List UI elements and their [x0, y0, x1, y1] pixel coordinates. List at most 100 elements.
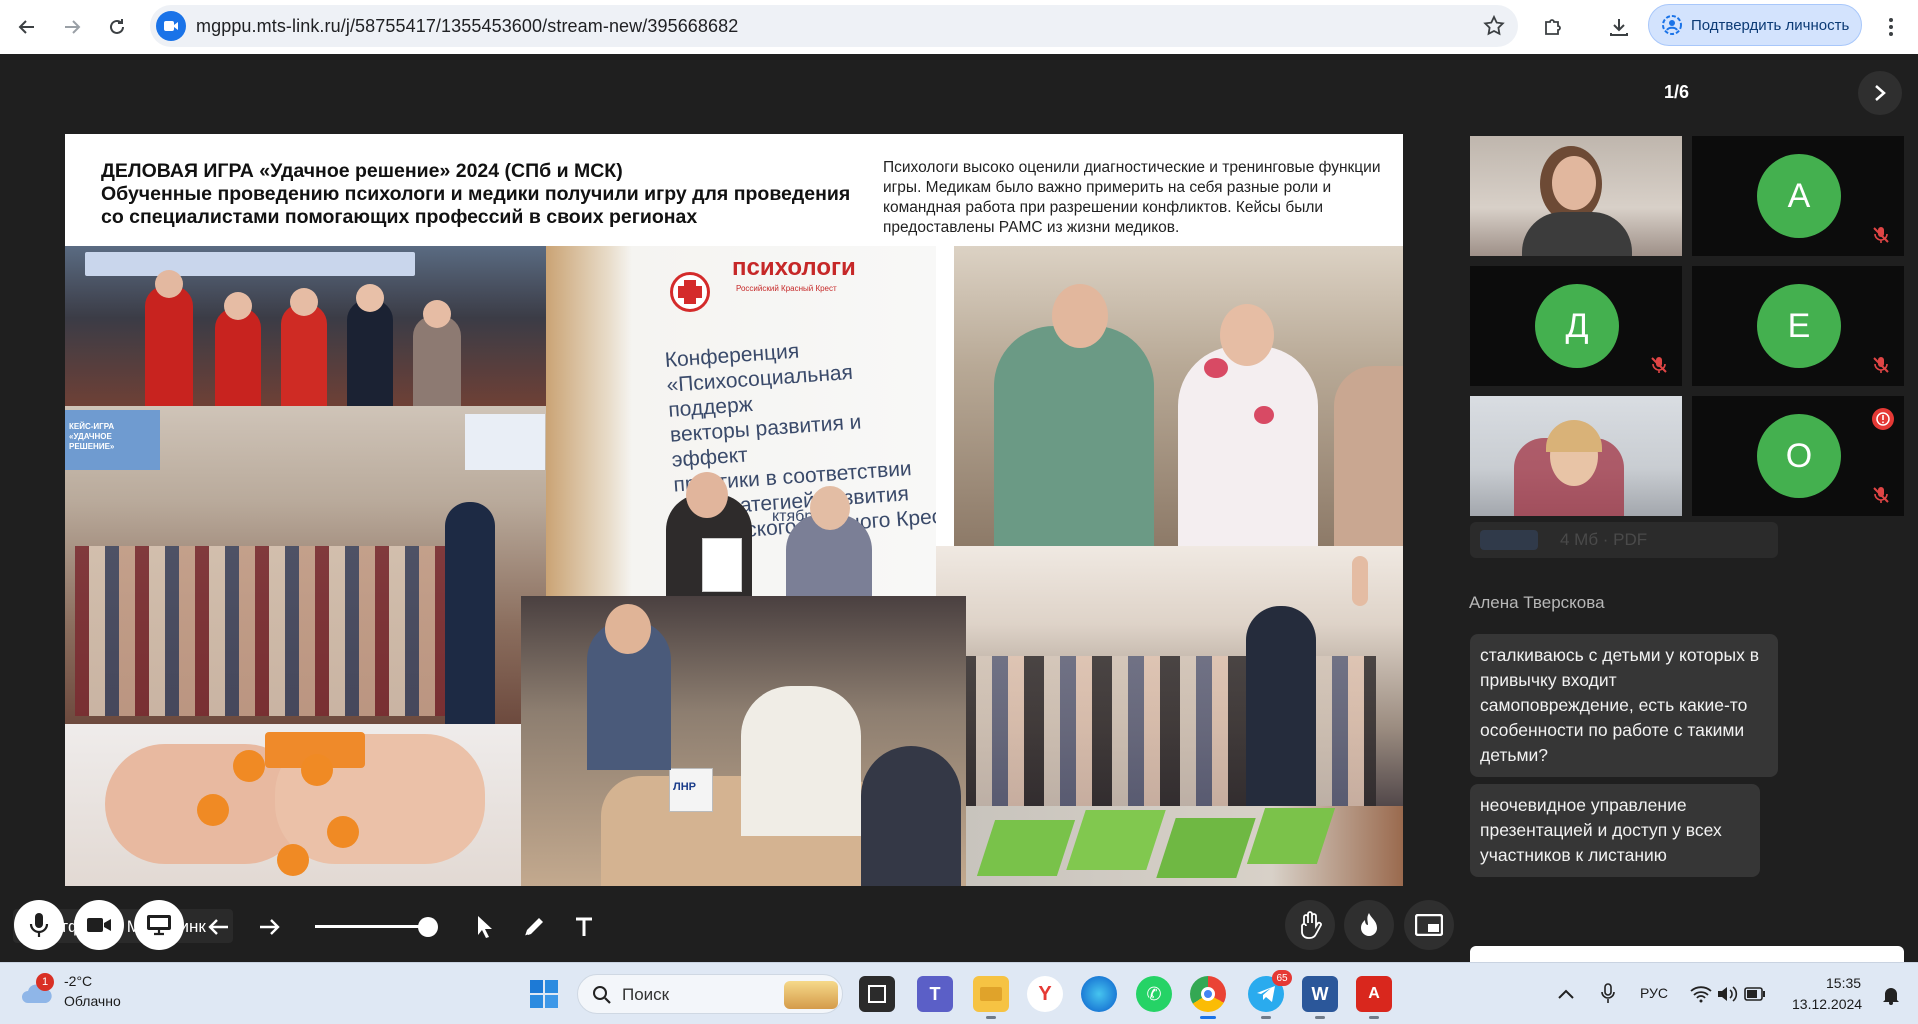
verify-identity-label: Подтвердить личность	[1691, 16, 1850, 34]
text-tool[interactable]	[568, 911, 600, 943]
slide-title-line: Обученные проведению психологи и медики …	[101, 183, 851, 205]
reload-button[interactable]	[98, 8, 136, 46]
photo-table-workshop: ЛНР	[521, 596, 966, 886]
participant-avatar: Е	[1757, 284, 1841, 368]
chrome-icon	[1201, 987, 1215, 1001]
forward-button[interactable]	[53, 8, 91, 46]
pdf-icon: A	[1368, 985, 1380, 1002]
bell-icon[interactable]	[1882, 985, 1900, 1005]
language-indicator[interactable]: РУС	[1640, 985, 1668, 1001]
browser-menu-button[interactable]	[1872, 8, 1910, 46]
participant-tile-d[interactable]: Д	[1470, 266, 1682, 386]
video-camera-icon	[87, 918, 111, 932]
extensions-button[interactable]	[1534, 8, 1572, 46]
url-text[interactable]: mgppu.mts-link.ru/j/58755417/1355453600/…	[196, 16, 738, 37]
arrow-left-icon	[18, 20, 34, 34]
whatsapp-app[interactable]: ✆	[1136, 976, 1172, 1012]
word-icon: W	[1311, 983, 1329, 1004]
arrow-left-icon	[208, 919, 228, 935]
microphone-icon	[29, 913, 49, 937]
zoom-slider-track[interactable]	[315, 925, 427, 928]
folder-icon	[980, 987, 1002, 1001]
pointer-tool[interactable]	[469, 911, 501, 943]
word-app[interactable]: W	[1302, 976, 1338, 1019]
chevron-right-icon	[1875, 85, 1886, 101]
taskbar-search[interactable]: Поиск	[577, 974, 843, 1014]
webinar-stage: 1/6 ДЕЛОВАЯ ИГРА «Удачное решение» 2024 …	[0, 54, 1918, 1004]
participant-tile-o[interactable]: О	[1692, 396, 1904, 516]
chat-message: неочевидное управление презентацией и до…	[1470, 784, 1760, 877]
cursor-icon	[478, 916, 492, 938]
weather-description: Облачно	[64, 993, 121, 1009]
screen-share-icon	[147, 915, 171, 936]
participant-tile-video-2[interactable]	[1470, 396, 1682, 516]
reactions-button[interactable]	[1344, 900, 1394, 950]
arrow-right-icon	[260, 919, 280, 935]
microphone-button[interactable]	[14, 900, 64, 950]
telegram-icon	[1257, 986, 1275, 1002]
chevron-up-icon[interactable]	[1557, 988, 1575, 1000]
screen-share-button[interactable]	[134, 900, 184, 950]
yandex-browser-app[interactable]: Y	[1027, 976, 1063, 1012]
photo-game-boxes	[966, 806, 1403, 886]
address-bar[interactable]: mgppu.mts-link.ru/j/58755417/1355453600/…	[150, 5, 1518, 47]
search-icon	[593, 986, 611, 1004]
mic-off-icon	[1873, 357, 1889, 373]
arrow-right-icon	[65, 20, 81, 34]
file-explorer-app[interactable]	[973, 976, 1009, 1019]
banner-brand: психологи	[732, 254, 856, 281]
pen-tool[interactable]	[518, 911, 550, 943]
yandex-icon: Y	[1038, 982, 1052, 1005]
hall-sign-text: КЕЙС-ИГРА «УДАЧНОЕ РЕШЕНИЕ»	[69, 422, 115, 451]
presentation-slide: ДЕЛОВАЯ ИГРА «Удачное решение» 2024 (СПб…	[65, 134, 1403, 886]
teams-app[interactable]: T	[917, 976, 953, 1012]
participant-tile-a[interactable]: А	[1692, 136, 1904, 256]
fire-icon	[1361, 913, 1377, 936]
participant-avatar: А	[1757, 154, 1841, 238]
chat-file-attachment[interactable]: 4 Мб · PDF	[1470, 522, 1778, 558]
slide-page-counter: 1/6	[1664, 82, 1690, 102]
mic-off-icon	[1873, 487, 1889, 503]
battery-icon[interactable]	[1744, 987, 1766, 1001]
next-slide-tool[interactable]	[253, 911, 285, 943]
participant-avatar: О	[1757, 414, 1841, 498]
participant-tile-video[interactable]	[1470, 136, 1682, 256]
edge-app[interactable]	[1081, 976, 1117, 1012]
picture-in-picture-icon	[1415, 914, 1443, 936]
participant-tile-e[interactable]: Е	[1692, 266, 1904, 386]
layout-toggle-button[interactable]	[1404, 900, 1454, 950]
telegram-app[interactable]: 65	[1248, 970, 1292, 1019]
start-button[interactable]	[526, 976, 562, 1012]
next-slide-button[interactable]	[1858, 71, 1902, 115]
weather-temperature: -2°C	[64, 973, 93, 989]
task-view-app[interactable]	[859, 976, 895, 1012]
chrome-app[interactable]	[1190, 976, 1226, 1019]
windows-taskbar: 1 -2°C Облачно Поиск T Y ✆ 65 W A РУС 15…	[0, 962, 1918, 1024]
photo-red-cross-team	[65, 246, 546, 406]
microphone-tray-icon[interactable]	[1600, 983, 1616, 1005]
search-highlight-image	[784, 981, 838, 1009]
speaker-icon[interactable]	[1716, 985, 1738, 1003]
kebab-menu-icon	[1889, 18, 1893, 36]
wifi-icon[interactable]	[1690, 985, 1712, 1003]
site-info-icon[interactable]	[156, 11, 186, 41]
verify-identity-button[interactable]: Подтвердить личность	[1648, 4, 1862, 46]
slide-title-line: со специалистами помогающих профессий в …	[101, 206, 698, 228]
photo-discussion	[954, 246, 1403, 546]
camera-button[interactable]	[74, 900, 124, 950]
hand-icon	[1301, 911, 1322, 939]
puzzle-icon	[1545, 19, 1561, 35]
raise-hand-button[interactable]	[1285, 900, 1335, 950]
bookmark-star-icon[interactable]	[1482, 14, 1506, 38]
previous-slide-tool[interactable]	[203, 911, 235, 943]
photo-hands-badges	[65, 724, 521, 886]
weather-badge: 1	[36, 973, 54, 991]
downloads-button[interactable]	[1600, 8, 1638, 46]
browser-toolbar: mgppu.mts-link.ru/j/58755417/1355453600/…	[0, 0, 1918, 54]
attachment-meta: 4 Мб · PDF	[1560, 530, 1648, 549]
acrobat-app[interactable]: A	[1356, 976, 1392, 1019]
zoom-slider-handle[interactable]	[418, 917, 438, 937]
search-placeholder: Поиск	[622, 985, 670, 1004]
back-button[interactable]	[8, 8, 46, 46]
chat-message-author: Алена Тверскова	[1469, 593, 1605, 612]
